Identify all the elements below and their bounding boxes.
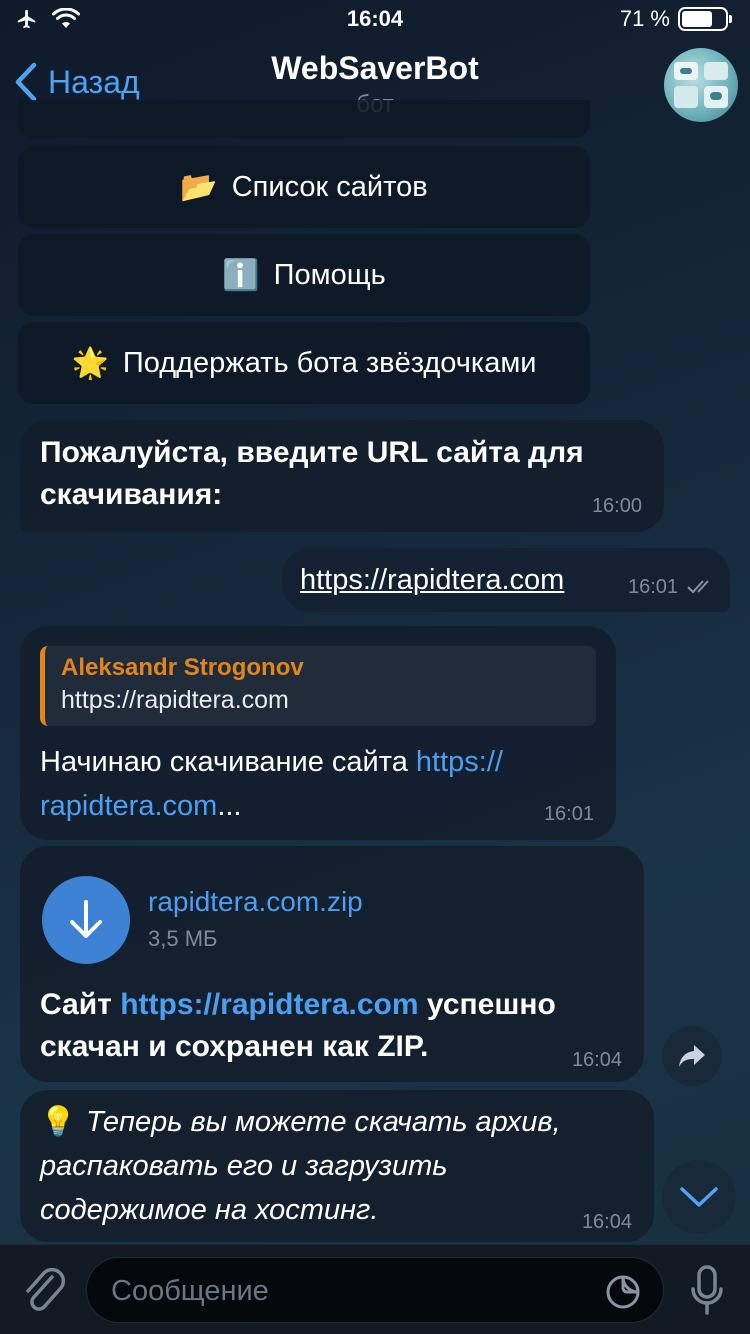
download-button[interactable] bbox=[42, 876, 130, 964]
message-link[interactable]: https://rapidtera.com bbox=[300, 558, 564, 602]
message-line: распаковать его и загрузить bbox=[40, 1150, 448, 1182]
keyboard-button-partial[interactable] bbox=[18, 100, 590, 138]
scroll-down-button[interactable] bbox=[662, 1160, 736, 1234]
message-line: содержимое на хостинг. bbox=[40, 1194, 379, 1226]
message-text: Пожалуйста, введите URL сайта для скачив… bbox=[40, 432, 584, 516]
reply-text: https://rapidtera.com bbox=[61, 686, 289, 714]
message-time: 16:01 bbox=[628, 576, 679, 598]
info-icon: ℹ️ bbox=[222, 258, 260, 292]
message-text: 💡 Теперь вы можете скачать архив, распако… bbox=[40, 1100, 650, 1232]
message-time: 16:00 bbox=[591, 495, 642, 517]
message-outgoing[interactable]: https://rapidtera.com 16:01 bbox=[282, 548, 730, 612]
message-text-part: Сайт bbox=[40, 988, 121, 1021]
message-link[interactable]: https://rapidtera.com bbox=[120, 988, 418, 1021]
message-text-part: успешно bbox=[418, 988, 556, 1021]
message-link[interactable]: https:// bbox=[416, 746, 503, 778]
message-line: скачивания: bbox=[40, 478, 223, 511]
message-time: 16:04 bbox=[571, 1049, 622, 1071]
double-check-icon bbox=[687, 580, 709, 594]
keyboard-button-label: Поддержать бота звёздочками bbox=[122, 346, 537, 379]
message-input[interactable] bbox=[111, 1272, 591, 1310]
chevron-down-icon bbox=[680, 1187, 718, 1207]
forward-button[interactable] bbox=[662, 1026, 722, 1086]
reply-quote[interactable]: Aleksandr Strogonov https://rapidtera.co… bbox=[40, 646, 596, 726]
message-text: Начинаю скачивание сайта https:// rapidt… bbox=[40, 740, 610, 828]
message-time: 16:04 bbox=[581, 1211, 632, 1233]
sticker-icon[interactable] bbox=[605, 1274, 641, 1310]
battery-icon bbox=[678, 7, 732, 31]
battery-percent: 71 % bbox=[619, 6, 670, 31]
reply-author: Aleksandr Strogonov bbox=[61, 654, 304, 681]
folder-icon: 📂 bbox=[180, 170, 218, 204]
message-line: скачан и сохранен как ZIP. bbox=[40, 1030, 429, 1063]
share-arrow-icon bbox=[679, 1045, 705, 1067]
status-bar: 16:04 71 % bbox=[0, 0, 750, 40]
message-line: Пожалуйста, введите URL сайта для bbox=[40, 436, 584, 469]
file-name[interactable]: rapidtera.com.zip bbox=[148, 886, 363, 918]
bot-avatar[interactable] bbox=[664, 48, 738, 122]
message-input-field[interactable] bbox=[86, 1257, 664, 1323]
message-incoming[interactable]: 💡 Теперь вы можете скачать архив, распако… bbox=[20, 1090, 654, 1242]
message-text: Сайт https://rapidtera.com успешно скача… bbox=[40, 984, 640, 1068]
chat-title: WebSaverBot bbox=[271, 50, 479, 86]
message-text-part: ... bbox=[217, 790, 242, 822]
keyboard-button-label: Список сайтов bbox=[231, 170, 428, 203]
message-time: 16:01 bbox=[543, 803, 594, 825]
lightbulb-icon: 💡 bbox=[40, 1106, 77, 1138]
message-input-bar bbox=[0, 1244, 750, 1334]
keyboard-button-support[interactable]: 🌟 Поддержать бота звёздочками bbox=[18, 322, 590, 404]
paperclip-icon[interactable] bbox=[22, 1265, 66, 1315]
message-file[interactable]: rapidtera.com.zip 3,5 МБ Сайт https://ra… bbox=[20, 846, 644, 1082]
keyboard-button-help[interactable]: ℹ️ Помощь bbox=[18, 234, 590, 316]
keyboard-button-sites[interactable]: 📂 Список сайтов bbox=[18, 146, 590, 228]
file-size: 3,5 МБ bbox=[148, 926, 218, 951]
download-arrow-icon bbox=[70, 900, 102, 938]
message-incoming[interactable]: Пожалуйста, введите URL сайта для скачив… bbox=[20, 420, 664, 532]
microphone-icon[interactable] bbox=[690, 1263, 724, 1319]
battery-level bbox=[682, 11, 712, 27]
status-right: 71 % bbox=[619, 6, 732, 32]
message-line: Теперь вы можете скачать архив, bbox=[86, 1106, 561, 1138]
keyboard-button-label: Помощь bbox=[273, 258, 386, 291]
message-incoming[interactable]: Aleksandr Strogonov https://rapidtera.co… bbox=[20, 626, 616, 840]
star-icon: 🌟 bbox=[71, 346, 109, 380]
message-link[interactable]: rapidtera.com bbox=[40, 790, 217, 822]
message-text-part: Начинаю скачивание сайта bbox=[40, 746, 416, 778]
